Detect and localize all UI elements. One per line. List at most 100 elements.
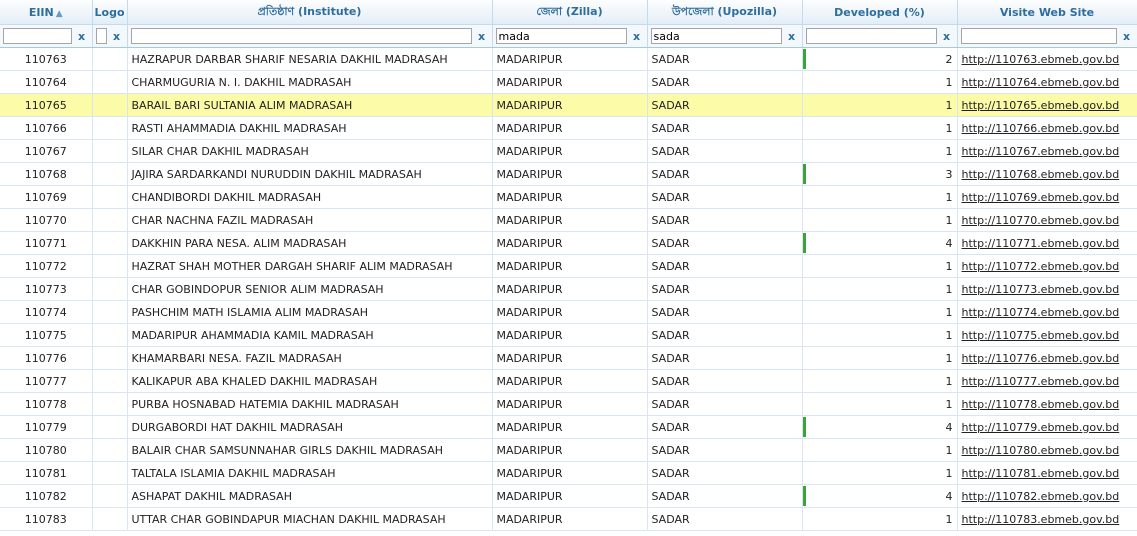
- website-link[interactable]: http://110772.ebmeb.gov.bd: [962, 260, 1120, 273]
- table-row[interactable]: 110773 CHAR GOBINDOPUR SENIOR ALIM MADRAS…: [0, 277, 1137, 301]
- eiin-cell: 110770: [0, 208, 93, 232]
- website-link[interactable]: http://110777.ebmeb.gov.bd: [962, 375, 1120, 388]
- column-header-website[interactable]: Visite Web Site: [957, 0, 1137, 25]
- filter-input-zilla[interactable]: [495, 28, 627, 44]
- table-row[interactable]: 110781 TALTALA ISLAMIA DAKHIL MADRASAH MAD…: [0, 461, 1137, 485]
- clear-filter-institute-icon[interactable]: x: [475, 30, 489, 43]
- website-link[interactable]: http://110782.ebmeb.gov.bd: [962, 490, 1120, 503]
- developed-value: 4: [945, 236, 953, 250]
- table-row[interactable]: 110778 PURBA HOSNABAD HATEMIA DAKHIL MADR…: [0, 392, 1137, 416]
- website-link[interactable]: http://110780.ebmeb.gov.bd: [962, 444, 1120, 457]
- table-row[interactable]: 110771 DAKKHIN PARA NESA. ALIM MADRASAH MA…: [0, 231, 1137, 255]
- clear-filter-eiin-icon[interactable]: x: [75, 30, 89, 43]
- developed-cell: 4: [802, 484, 958, 508]
- institute-cell: RASTI AHAMMADIA DAKHIL MADRASAH: [127, 116, 493, 140]
- website-cell: http://110782.ebmeb.gov.bd: [957, 484, 1137, 508]
- filter-cell-logo: x: [92, 24, 128, 48]
- filter-input-upozilla[interactable]: [650, 28, 782, 44]
- progress-bar: [802, 49, 806, 69]
- table-row[interactable]: 110783 UTTAR CHAR GOBINDAPUR MIACHAN DAKH…: [0, 507, 1137, 531]
- column-header-institute[interactable]: প্রতিষ্ঠাণ (Institute): [127, 0, 493, 25]
- website-link[interactable]: http://110783.ebmeb.gov.bd: [962, 513, 1120, 526]
- table-row[interactable]: 110779 DURGABORDI HAT DAKHIL MADRASAH MADA…: [0, 415, 1137, 439]
- sort-asc-icon[interactable]: ▲: [56, 9, 63, 19]
- website-link[interactable]: http://110773.ebmeb.gov.bd: [962, 283, 1120, 296]
- table-row[interactable]: 110774 PASHCHIM MATH ISLAMIA ALIM MADRASA…: [0, 300, 1137, 324]
- column-header-eiin[interactable]: EIIN ▲: [0, 0, 93, 25]
- filter-input-developed[interactable]: [805, 28, 937, 44]
- column-header-website-label: Visite Web Site: [999, 5, 1095, 19]
- developed-value: 1: [945, 259, 953, 273]
- developed-cell: 1: [802, 461, 958, 485]
- website-link[interactable]: http://110774.ebmeb.gov.bd: [962, 306, 1120, 319]
- table-row[interactable]: 110782 ASHAPAT DAKHIL MADRASAH MADARIPUR SA…: [0, 484, 1137, 508]
- zilla-cell: MADARIPUR: [492, 185, 648, 209]
- website-link[interactable]: http://110765.ebmeb.gov.bd: [962, 99, 1120, 112]
- website-link[interactable]: http://110776.ebmeb.gov.bd: [962, 352, 1120, 365]
- institute-cell: ASHAPAT DAKHIL MADRASAH: [127, 484, 493, 508]
- website-link[interactable]: http://110769.ebmeb.gov.bd: [962, 191, 1120, 204]
- table-row[interactable]: 110768 JAJIRA SARDARKANDI NURUDDIN DAKHIL…: [0, 162, 1137, 186]
- website-link[interactable]: http://110771.ebmeb.gov.bd: [962, 237, 1120, 250]
- institute-cell: KHAMARBARI NESA. FAZIL MADRASAH: [127, 346, 493, 370]
- website-link[interactable]: http://110766.ebmeb.gov.bd: [962, 122, 1120, 135]
- developed-cell: 1: [802, 369, 958, 393]
- clear-filter-upozilla-icon[interactable]: x: [785, 30, 799, 43]
- website-link[interactable]: http://110764.ebmeb.gov.bd: [962, 76, 1120, 89]
- website-link[interactable]: http://110778.ebmeb.gov.bd: [962, 398, 1120, 411]
- developed-value: 1: [945, 190, 953, 204]
- institute-cell: DAKKHIN PARA NESA. ALIM MADRASAH: [127, 231, 493, 255]
- website-link[interactable]: http://110781.ebmeb.gov.bd: [962, 467, 1120, 480]
- filter-input-eiin[interactable]: [3, 28, 72, 44]
- table-row[interactable]: 110772 HAZRAT SHAH MOTHER DARGAH SHARIF A…: [0, 254, 1137, 278]
- column-header-upozilla[interactable]: উপজেলা (Upozilla): [647, 0, 803, 25]
- logo-cell: [92, 139, 128, 163]
- table-row[interactable]: 110780 BALAIR CHAR SAMSUNNAHAR GIRLS DAKH…: [0, 438, 1137, 462]
- logo-cell: [92, 93, 128, 117]
- institute-cell: CHAR NACHNA FAZIL MADRASAH: [127, 208, 493, 232]
- developed-cell: 1: [802, 254, 958, 278]
- website-cell: http://110768.ebmeb.gov.bd: [957, 162, 1137, 186]
- developed-cell: 3: [802, 162, 958, 186]
- table-row[interactable]: 110775 MADARIPUR AHAMMADIA KAMIL MADRASAH…: [0, 323, 1137, 347]
- institute-cell: HAZRAT SHAH MOTHER DARGAH SHARIF ALIM MA…: [127, 254, 493, 278]
- website-link[interactable]: http://110770.ebmeb.gov.bd: [962, 214, 1120, 227]
- website-link[interactable]: http://110763.ebmeb.gov.bd: [962, 53, 1120, 66]
- website-link[interactable]: http://110779.ebmeb.gov.bd: [962, 421, 1120, 434]
- developed-value: 1: [945, 282, 953, 296]
- table-row[interactable]: 110763 HAZRAPUR DARBAR SHARIF NESARIA DAK…: [0, 47, 1137, 71]
- column-header-logo[interactable]: Logo: [92, 0, 128, 25]
- clear-filter-website-icon[interactable]: x: [1120, 30, 1134, 43]
- filter-input-website[interactable]: [960, 28, 1117, 44]
- website-link[interactable]: http://110768.ebmeb.gov.bd: [962, 168, 1120, 181]
- filter-input-institute[interactable]: [130, 28, 472, 44]
- clear-filter-developed-icon[interactable]: x: [940, 30, 954, 43]
- logo-cell: [92, 185, 128, 209]
- website-link[interactable]: http://110775.ebmeb.gov.bd: [962, 329, 1120, 342]
- table-row[interactable]: 110777 KALIKAPUR ABA KHALED DAKHIL MADRAS…: [0, 369, 1137, 393]
- developed-value: 4: [945, 489, 953, 503]
- developed-value: 2: [945, 52, 953, 66]
- filter-cell-zilla: x: [492, 24, 648, 48]
- website-cell: http://110778.ebmeb.gov.bd: [957, 392, 1137, 416]
- table-row[interactable]: 110770 CHAR NACHNA FAZIL MADRASAH MADARIPU…: [0, 208, 1137, 232]
- column-header-zilla[interactable]: জেলা (Zilla): [492, 0, 648, 25]
- institute-cell: PURBA HOSNABAD HATEMIA DAKHIL MADRASAH: [127, 392, 493, 416]
- upozilla-cell: SADAR: [647, 369, 803, 393]
- table-row[interactable]: 110767 SILAR CHAR DAKHIL MADRASAH MADARIPU…: [0, 139, 1137, 163]
- progress-bar: [802, 164, 806, 184]
- table-row[interactable]: 110776 KHAMARBARI NESA. FAZIL MADRASAH MAD…: [0, 346, 1137, 370]
- clear-filter-logo-icon[interactable]: x: [110, 30, 124, 43]
- table-row[interactable]: 110765 BARAIL BARI SULTANIA ALIM MADRASAH…: [0, 93, 1137, 117]
- developed-value: 1: [945, 98, 953, 112]
- clear-filter-zilla-icon[interactable]: x: [630, 30, 644, 43]
- table-row[interactable]: 110769 CHANDIBORDI DAKHIL MADRASAH MADARIP…: [0, 185, 1137, 209]
- progress-bar: [802, 417, 806, 437]
- website-link[interactable]: http://110767.ebmeb.gov.bd: [962, 145, 1120, 158]
- developed-value: 1: [945, 75, 953, 89]
- table-row[interactable]: 110766 RASTI AHAMMADIA DAKHIL MADRASAH MAD…: [0, 116, 1137, 140]
- column-header-developed[interactable]: Developed (%): [802, 0, 958, 25]
- upozilla-cell: SADAR: [647, 139, 803, 163]
- table-row[interactable]: 110764 CHARMUGURIA N. I. DAKHIL MADRASAH M…: [0, 70, 1137, 94]
- filter-input-logo[interactable]: [95, 28, 107, 44]
